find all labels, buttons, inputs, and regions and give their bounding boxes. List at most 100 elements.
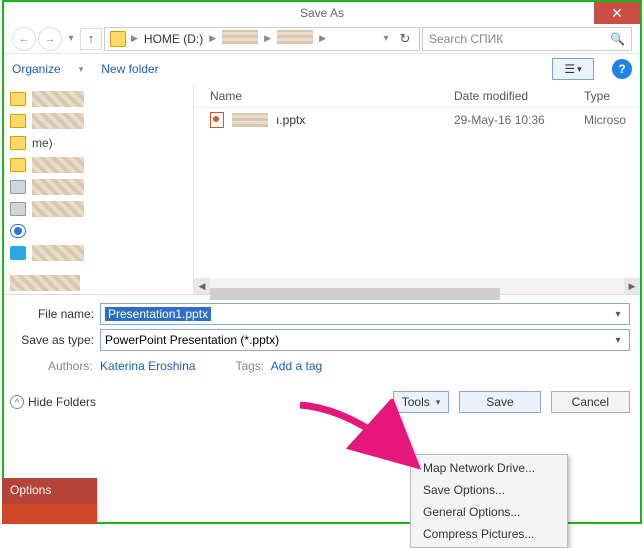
tags-label: Tags: — [235, 359, 264, 373]
tools-dropdown-menu: Map Network Drive... Save Options... Gen… — [410, 454, 568, 548]
sidebar-item[interactable] — [10, 176, 187, 198]
up-button[interactable]: ↑ — [80, 28, 102, 50]
file-date: 29-May-16 10:36 — [454, 113, 584, 127]
menu-map-network-drive[interactable]: Map Network Drive... — [411, 457, 567, 479]
sidebar-item[interactable] — [10, 88, 187, 110]
close-icon: ✕ — [611, 5, 623, 21]
footer-button-row: ^ Hide Folders Tools ▾ Save Cancel — [4, 383, 640, 419]
sidebar-item-label: me) — [32, 136, 53, 150]
chevron-right-icon: ▶ — [317, 33, 328, 44]
save-form: File name: Presentation1.pptx ▾ Save as … — [4, 295, 640, 383]
breadcrumb-segment[interactable]: HOME (D:) — [140, 32, 207, 46]
view-icon: ☰ — [564, 62, 575, 76]
chevron-right-icon: ▶ — [129, 33, 140, 44]
search-placeholder: Search СПИК — [429, 32, 503, 46]
powerpoint-sidebar-remnant: Options — [2, 478, 98, 522]
save-as-type-label: Save as type: — [14, 333, 94, 347]
chevron-right-icon: ▶ — [262, 33, 273, 44]
refresh-icon: ↻ — [400, 31, 411, 47]
chevron-down-icon: ▾ — [577, 64, 582, 75]
redacted-label — [232, 113, 268, 127]
redacted-label — [32, 201, 84, 217]
file-list-pane: Name Date modified Type ı.pptx 29-May-16… — [194, 84, 640, 294]
toolbar: Organize ▾ New folder ☰ ▾ ? — [4, 54, 640, 84]
tags-value[interactable]: Add a tag — [271, 359, 322, 373]
folder-icon — [10, 158, 26, 172]
file-list-header: Name Date modified Type — [194, 84, 640, 108]
arrow-left-icon: ← — [19, 33, 30, 45]
chevron-down-icon: ▾ — [611, 309, 625, 320]
save-as-type-select[interactable]: PowerPoint Presentation (*.pptx) ▾ — [100, 329, 630, 351]
window-title: Save As — [300, 6, 344, 20]
scroll-right-button[interactable]: ▶ — [624, 278, 640, 294]
tools-label: Tools — [402, 395, 430, 409]
save-button[interactable]: Save — [459, 391, 540, 413]
pptx-file-icon — [210, 112, 224, 128]
sidebar-item[interactable] — [10, 110, 187, 132]
chevron-down-icon: ▾ — [79, 64, 84, 75]
folder-icon — [10, 136, 26, 150]
breadcrumb-segment[interactable] — [218, 30, 262, 47]
organize-button[interactable]: Organize — [12, 62, 61, 76]
folder-icon — [10, 92, 26, 106]
scroll-left-button[interactable]: ◀ — [194, 278, 210, 294]
help-button[interactable]: ? — [612, 59, 632, 79]
back-button[interactable]: ← — [12, 27, 36, 51]
sidebar-item[interactable] — [10, 220, 187, 242]
window-close-button[interactable]: ✕ — [594, 2, 640, 24]
content-area: me) ◉ Name Date modified Type ı.pptx 29-… — [4, 84, 640, 294]
forward-button[interactable]: → — [38, 27, 62, 51]
view-options-button[interactable]: ☰ ▾ — [552, 58, 594, 80]
column-header-name[interactable]: Name — [194, 89, 454, 103]
sidebar-nav: me) ◉ — [4, 84, 194, 294]
breadcrumb-dropdown[interactable]: ▾ — [379, 27, 393, 51]
redacted-label — [32, 91, 84, 107]
cloud-icon — [10, 224, 26, 238]
column-header-date[interactable]: Date modified — [454, 89, 584, 103]
redacted-label — [32, 179, 84, 195]
horizontal-scrollbar[interactable]: ◀ ▶ — [194, 278, 640, 294]
column-header-type[interactable]: Type — [584, 89, 640, 103]
drive-icon — [10, 202, 26, 216]
save-as-type-value: PowerPoint Presentation (*.pptx) — [105, 333, 279, 347]
authors-label: Authors: — [48, 359, 93, 373]
app-icon — [10, 246, 26, 260]
new-folder-button[interactable]: New folder — [101, 62, 158, 76]
powerpoint-accent-bar — [2, 504, 97, 524]
folder-icon — [10, 114, 26, 128]
sidebar-item[interactable] — [10, 272, 187, 294]
chevron-down-icon: ▾ — [611, 335, 625, 346]
file-name: ı.pptx — [276, 113, 305, 127]
chevron-down-icon: ▾ — [436, 397, 441, 408]
tools-button[interactable]: Tools ▾ — [393, 391, 450, 413]
breadcrumb[interactable]: ▶ HOME (D:) ▶ ▶ ▶ ▾ ↻ — [104, 27, 420, 51]
breadcrumb-segment[interactable] — [273, 30, 317, 47]
search-input[interactable]: Search СПИК 🔍 — [422, 27, 632, 51]
redacted-label — [32, 113, 84, 129]
refresh-button[interactable]: ↻ — [393, 27, 417, 51]
file-name-value: Presentation1.pptx — [105, 307, 211, 321]
recent-locations-button[interactable]: ▾ — [64, 27, 78, 51]
scroll-thumb[interactable] — [210, 288, 500, 300]
sidebar-item[interactable]: me) — [10, 132, 187, 154]
options-tab[interactable]: Options — [2, 478, 97, 504]
chevron-up-icon: ^ — [10, 395, 24, 409]
sidebar-item[interactable] — [10, 154, 187, 176]
menu-general-options[interactable]: General Options... — [411, 501, 567, 523]
folder-icon — [110, 31, 126, 47]
cancel-button[interactable]: Cancel — [551, 391, 630, 413]
hide-folders-button[interactable]: ^ Hide Folders — [10, 395, 96, 409]
help-icon: ? — [618, 62, 625, 76]
menu-compress-pictures[interactable]: Compress Pictures... — [411, 523, 567, 545]
authors-value[interactable]: Katerina Eroshina — [100, 359, 195, 373]
file-name-input[interactable]: Presentation1.pptx ▾ — [100, 303, 630, 325]
redacted-label — [10, 275, 80, 291]
menu-save-options[interactable]: Save Options... — [411, 479, 567, 501]
sidebar-item[interactable] — [10, 198, 187, 220]
redacted-label — [32, 245, 84, 261]
arrow-up-icon: ↑ — [88, 31, 95, 46]
file-row[interactable]: ı.pptx 29-May-16 10:36 Microso — [194, 108, 640, 132]
nav-row: ← → ▾ ↑ ▶ HOME (D:) ▶ ▶ ▶ ▾ ↻ Search СПИ… — [4, 24, 640, 54]
drive-icon — [10, 180, 26, 194]
sidebar-item[interactable] — [10, 242, 187, 264]
